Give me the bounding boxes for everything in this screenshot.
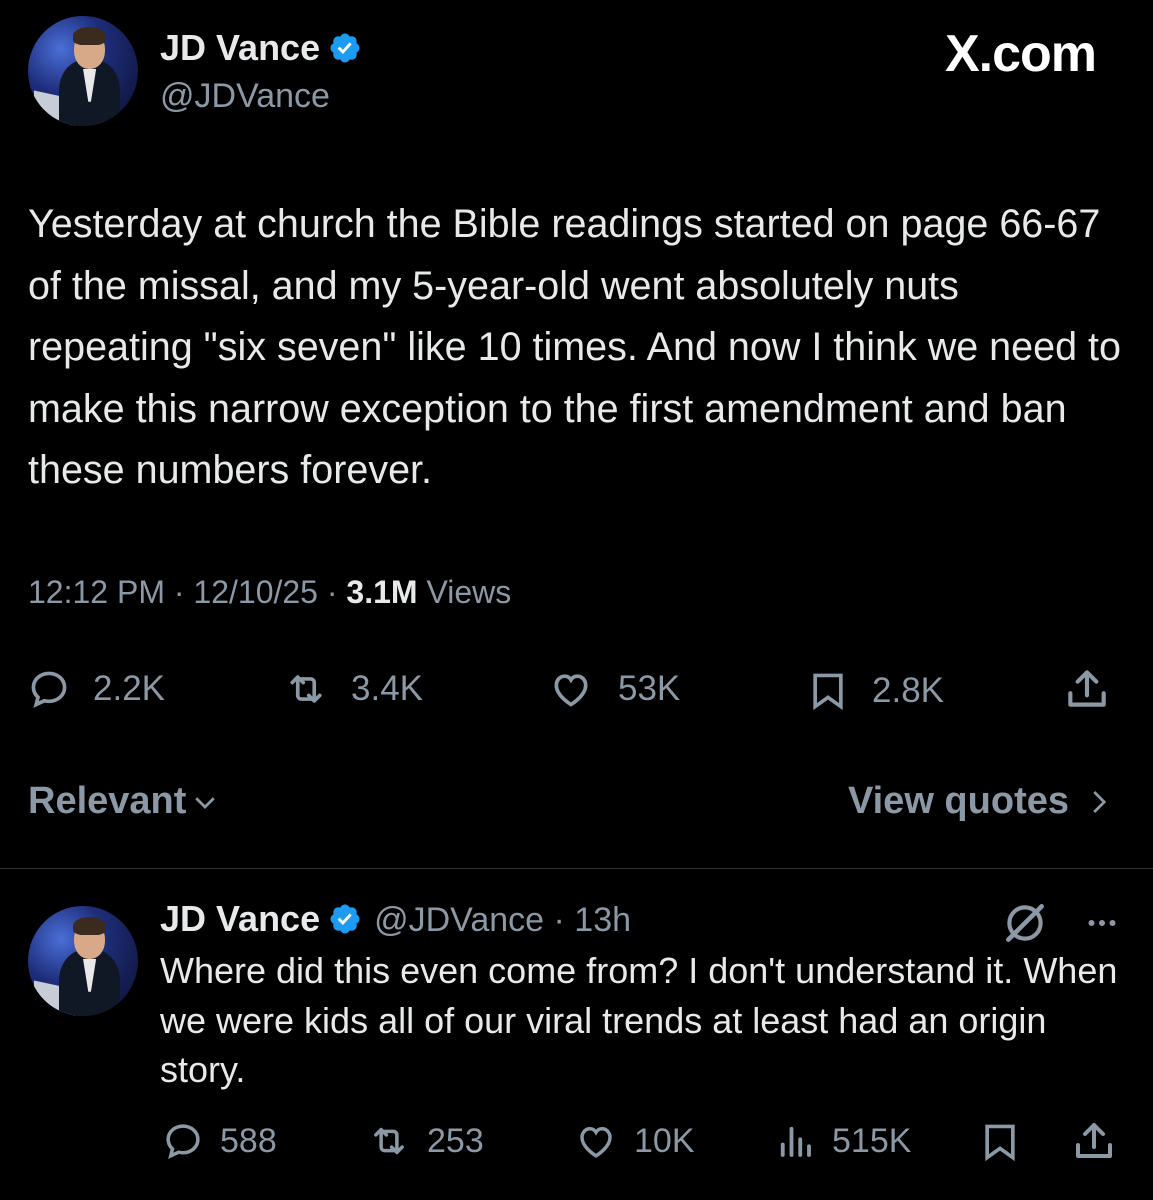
reply-bookmark-button[interactable] <box>978 1118 1022 1166</box>
post-text: Yesterday at church the Bible readings s… <box>28 202 1121 492</box>
reply-share-button[interactable] <box>1070 1116 1118 1166</box>
reply-like-count: 10K <box>634 1121 695 1160</box>
post-time[interactable]: 12:12 PM <box>28 574 165 610</box>
post-detail-page: JD Vance @JDVance X.com Yesterday at chu… <box>0 0 1153 1200</box>
reply-repost-button[interactable]: 253 <box>365 1120 484 1162</box>
reply-like-button[interactable]: 10K <box>572 1120 695 1162</box>
post-meta: 12:12 PM · 12/10/25 · 3.1M Views <box>28 574 512 610</box>
share-icon <box>1076 1123 1112 1158</box>
view-quotes-link[interactable]: View quotes <box>848 780 1113 823</box>
reply-handle[interactable]: @JDVance <box>374 901 544 939</box>
repost-icon <box>374 1127 404 1155</box>
repost-icon <box>290 675 322 703</box>
like-button[interactable]: 53K <box>546 667 680 711</box>
reply-author-name[interactable]: JD Vance <box>160 898 320 939</box>
sort-dropdown[interactable]: Relevant <box>28 780 220 823</box>
author-avatar[interactable] <box>28 16 138 126</box>
author-name-text[interactable]: JD Vance <box>160 27 320 68</box>
divider <box>0 868 1153 869</box>
like-count: 53K <box>618 669 681 708</box>
reply-icon <box>31 671 67 708</box>
reply-views-count: 515K <box>832 1121 912 1160</box>
reply-time[interactable]: 13h <box>574 901 631 939</box>
heart-icon <box>554 674 588 707</box>
bookmark-count: 2.8K <box>872 671 944 710</box>
author-handle[interactable]: @JDVance <box>160 77 330 116</box>
views-count: 3.1M <box>346 574 418 610</box>
sort-label: Relevant <box>28 780 187 822</box>
verified-badge-icon <box>330 904 360 934</box>
verified-badge-icon <box>330 33 360 63</box>
reply-count: 2.2K <box>93 669 165 708</box>
heart-icon <box>580 1126 612 1158</box>
bookmark-button[interactable]: 2.8K <box>806 667 944 715</box>
reply-repost-count: 253 <box>427 1121 484 1160</box>
chevron-down-icon <box>195 796 216 809</box>
reply-author-avatar[interactable] <box>28 906 138 1016</box>
site-watermark: X.com <box>944 25 1097 83</box>
repost-count: 3.4K <box>351 669 423 708</box>
reply-header: JD Vance @JDVance · 13h <box>160 898 632 939</box>
reply-views-button[interactable]: 515K <box>772 1120 911 1162</box>
reply-button[interactable]: 2.2K <box>27 667 165 711</box>
chevron-right-icon <box>1093 790 1107 813</box>
post-date[interactable]: 12/10/25 <box>193 574 318 610</box>
views-label: Views <box>426 574 512 610</box>
share-button[interactable] <box>1062 664 1112 714</box>
bookmark-icon <box>985 1124 1015 1162</box>
view-quotes-label: View quotes <box>847 780 1069 822</box>
more-icon[interactable] <box>1080 905 1124 941</box>
reply-text: Where did this even come from? I don't u… <box>160 950 1118 1090</box>
reply-icon <box>166 1124 200 1160</box>
share-icon <box>1068 670 1106 707</box>
bookmark-icon <box>813 673 843 711</box>
reply-reply-count: 588 <box>220 1121 277 1160</box>
views-chart-icon <box>780 1126 811 1157</box>
author-name[interactable]: JD Vance <box>160 27 362 69</box>
repost-button[interactable]: 3.4K <box>283 667 423 711</box>
grok-icon[interactable] <box>1000 898 1050 948</box>
reply-reply-button[interactable]: 588 <box>160 1120 277 1162</box>
